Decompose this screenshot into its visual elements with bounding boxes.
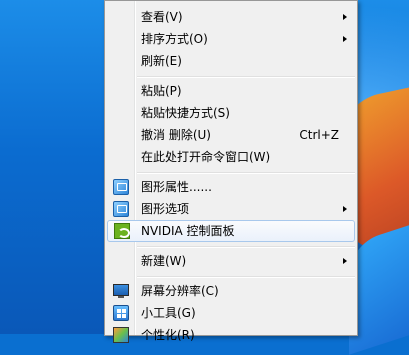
menu-item-label: 查看(V) <box>141 10 183 24</box>
menu-item-sort-by[interactable]: 排序方式(O) <box>107 28 355 50</box>
desktop-context-menu: 查看(V) 排序方式(O) 刷新(E) 粘贴(P) 粘贴快捷方式(S) 撤消 删… <box>104 0 358 343</box>
menu-item-shortcut: Ctrl+Z <box>299 128 339 142</box>
graphics-properties-icon <box>113 179 129 195</box>
menu-item-label: 排序方式(O) <box>141 32 208 46</box>
menu-item-label: NVIDIA 控制面板 <box>141 224 235 238</box>
menu-separator <box>137 276 355 278</box>
graphics-options-icon <box>113 201 129 217</box>
menu-item-label: 图形选项 <box>141 202 190 216</box>
menu-item-open-command-window[interactable]: 在此处打开命令窗口(W) <box>107 146 355 168</box>
menu-item-label: 个性化(R) <box>141 328 195 342</box>
menu-item-label: 粘贴(P) <box>141 84 182 98</box>
menu-separator <box>137 246 355 248</box>
submenu-arrow-icon <box>343 206 347 212</box>
menu-item-graphics-options[interactable]: 图形选项 <box>107 198 355 220</box>
menu-item-label: 粘贴快捷方式(S) <box>141 106 230 120</box>
menu-item-label: 刷新(E) <box>141 54 182 68</box>
menu-item-label: 在此处打开命令窗口(W) <box>141 150 271 164</box>
menu-separator <box>137 172 355 174</box>
personalize-icon <box>113 327 129 343</box>
menu-separator <box>137 76 355 78</box>
wallpaper-blue-shape <box>349 225 409 355</box>
menu-item-refresh[interactable]: 刷新(E) <box>107 50 355 72</box>
menu-item-label: 新建(W) <box>141 254 187 268</box>
menu-item-label: 撤消 删除(U) <box>141 128 211 142</box>
menu-item-label: 屏幕分辨率(C) <box>141 284 219 298</box>
submenu-arrow-icon <box>343 258 347 264</box>
menu-item-paste-shortcut[interactable]: 粘贴快捷方式(S) <box>107 102 355 124</box>
menu-item-graphics-properties[interactable]: 图形属性...... <box>107 176 355 198</box>
screen-resolution-icon <box>113 284 129 298</box>
menu-item-label: 图形属性...... <box>141 180 212 194</box>
menu-item-screen-resolution[interactable]: 屏幕分辨率(C) <box>107 280 355 302</box>
menu-item-nvidia-control-panel[interactable]: NVIDIA 控制面板 <box>107 220 355 242</box>
nvidia-icon <box>114 223 130 239</box>
menu-item-new[interactable]: 新建(W) <box>107 250 355 272</box>
submenu-arrow-icon <box>343 14 347 20</box>
menu-item-label: 小工具(G) <box>141 306 196 320</box>
menu-item-view[interactable]: 查看(V) <box>107 6 355 28</box>
submenu-arrow-icon <box>343 36 347 42</box>
menu-item-undo-delete[interactable]: 撤消 删除(U) Ctrl+Z <box>107 124 355 146</box>
menu-item-personalize[interactable]: 个性化(R) <box>107 324 355 346</box>
menu-item-paste[interactable]: 粘贴(P) <box>107 80 355 102</box>
menu-item-gadgets[interactable]: 小工具(G) <box>107 302 355 324</box>
gadgets-icon <box>113 305 129 321</box>
